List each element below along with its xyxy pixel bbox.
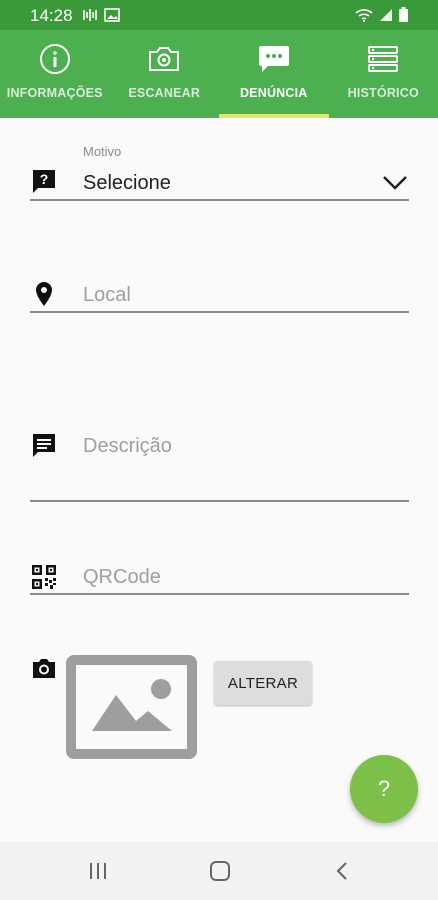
cell-signal-icon (379, 8, 393, 27)
gallery-icon (104, 8, 120, 27)
recents-button[interactable] (78, 856, 118, 886)
descricao-input[interactable]: Descrição (83, 435, 172, 458)
list-icon (367, 42, 399, 76)
local-underline (30, 311, 409, 313)
camera-icon (147, 42, 181, 76)
battery-icon (399, 7, 408, 27)
comment-icon (30, 431, 58, 459)
report-icon: ? (30, 167, 58, 195)
tab-label: INFORMAÇÕES (6, 86, 103, 100)
chat-bubble-icon (258, 42, 290, 76)
camera-icon (30, 654, 58, 682)
motivo-label: Motivo (83, 144, 122, 159)
svg-text:?: ? (40, 171, 49, 187)
motivo-select[interactable]: Selecione (83, 172, 171, 195)
tab-bar: INFORMAÇÕES ESCANEAR DENÚNCIA HISTÓRICO (0, 30, 438, 118)
qrcode-underline (30, 593, 409, 595)
help-fab-button[interactable]: ? (350, 755, 418, 823)
chevron-down-icon[interactable] (382, 174, 408, 197)
status-bar: 14:28 (0, 0, 438, 30)
location-pin-icon (30, 280, 58, 308)
signal-indicator-icon (82, 8, 98, 27)
info-icon (39, 42, 71, 76)
tab-escanear[interactable]: ESCANEAR (110, 30, 220, 118)
descricao-underline (30, 500, 409, 502)
motivo-underline (30, 199, 409, 201)
wifi-icon (355, 8, 373, 27)
home-button[interactable] (200, 856, 240, 886)
tab-label: DENÚNCIA (239, 86, 308, 100)
tab-denuncia[interactable]: DENÚNCIA (219, 30, 329, 118)
active-tab-indicator (219, 114, 329, 118)
local-input[interactable]: Local (83, 284, 131, 307)
system-nav-bar (0, 842, 438, 900)
back-button[interactable] (322, 856, 362, 886)
tab-historico[interactable]: HISTÓRICO (329, 30, 438, 118)
image-placeholder-icon[interactable] (66, 655, 197, 759)
tab-informacoes[interactable]: INFORMAÇÕES (0, 30, 110, 118)
status-time: 14:28 (30, 6, 73, 25)
change-photo-button[interactable]: ALTERAR (214, 661, 312, 705)
tab-label: HISTÓRICO (347, 86, 419, 100)
qrcode-icon[interactable] (30, 563, 58, 591)
tab-label: ESCANEAR (128, 86, 201, 100)
qrcode-input[interactable]: QRCode (83, 566, 161, 589)
